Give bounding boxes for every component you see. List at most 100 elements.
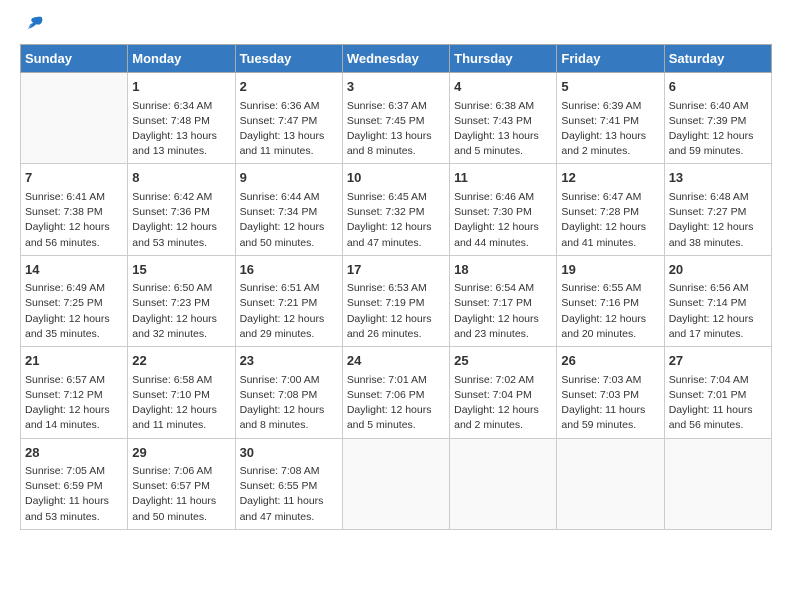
cell-day-number: 2 <box>240 77 338 97</box>
cell-info: Sunrise: 6:54 AMSunset: 7:17 PMDaylight:… <box>454 281 552 342</box>
cell-day-number: 21 <box>25 351 123 371</box>
cell-day-number: 1 <box>132 77 230 97</box>
calendar-cell: 2Sunrise: 6:36 AMSunset: 7:47 PMDaylight… <box>235 73 342 164</box>
calendar-cell: 20Sunrise: 6:56 AMSunset: 7:14 PMDayligh… <box>664 255 771 346</box>
cell-day-number: 9 <box>240 168 338 188</box>
cell-info: Sunrise: 6:58 AMSunset: 7:10 PMDaylight:… <box>132 373 230 434</box>
cell-info: Sunrise: 7:06 AMSunset: 6:57 PMDaylight:… <box>132 464 230 525</box>
calendar-cell: 11Sunrise: 6:46 AMSunset: 7:30 PMDayligh… <box>450 164 557 255</box>
cell-info: Sunrise: 7:01 AMSunset: 7:06 PMDaylight:… <box>347 373 445 434</box>
calendar-cell: 4Sunrise: 6:38 AMSunset: 7:43 PMDaylight… <box>450 73 557 164</box>
calendar-cell: 12Sunrise: 6:47 AMSunset: 7:28 PMDayligh… <box>557 164 664 255</box>
cell-day-number: 20 <box>669 260 767 280</box>
calendar-cell: 13Sunrise: 6:48 AMSunset: 7:27 PMDayligh… <box>664 164 771 255</box>
cell-info: Sunrise: 6:51 AMSunset: 7:21 PMDaylight:… <box>240 281 338 342</box>
cell-day-number: 16 <box>240 260 338 280</box>
cell-day-number: 26 <box>561 351 659 371</box>
cell-day-number: 12 <box>561 168 659 188</box>
calendar-header-row: SundayMondayTuesdayWednesdayThursdayFrid… <box>21 45 772 73</box>
calendar-cell: 8Sunrise: 6:42 AMSunset: 7:36 PMDaylight… <box>128 164 235 255</box>
cell-day-number: 8 <box>132 168 230 188</box>
cell-info: Sunrise: 6:49 AMSunset: 7:25 PMDaylight:… <box>25 281 123 342</box>
calendar-cell: 14Sunrise: 6:49 AMSunset: 7:25 PMDayligh… <box>21 255 128 346</box>
calendar-cell: 10Sunrise: 6:45 AMSunset: 7:32 PMDayligh… <box>342 164 449 255</box>
cell-info: Sunrise: 6:47 AMSunset: 7:28 PMDaylight:… <box>561 190 659 251</box>
calendar-cell: 6Sunrise: 6:40 AMSunset: 7:39 PMDaylight… <box>664 73 771 164</box>
calendar-cell: 27Sunrise: 7:04 AMSunset: 7:01 PMDayligh… <box>664 347 771 438</box>
calendar-cell: 24Sunrise: 7:01 AMSunset: 7:06 PMDayligh… <box>342 347 449 438</box>
calendar-week-row: 1Sunrise: 6:34 AMSunset: 7:48 PMDaylight… <box>21 73 772 164</box>
cell-day-number: 18 <box>454 260 552 280</box>
cell-info: Sunrise: 7:00 AMSunset: 7:08 PMDaylight:… <box>240 373 338 434</box>
day-header-tuesday: Tuesday <box>235 45 342 73</box>
calendar-cell: 21Sunrise: 6:57 AMSunset: 7:12 PMDayligh… <box>21 347 128 438</box>
cell-day-number: 22 <box>132 351 230 371</box>
cell-info: Sunrise: 6:46 AMSunset: 7:30 PMDaylight:… <box>454 190 552 251</box>
cell-info: Sunrise: 6:55 AMSunset: 7:16 PMDaylight:… <box>561 281 659 342</box>
cell-info: Sunrise: 7:08 AMSunset: 6:55 PMDaylight:… <box>240 464 338 525</box>
cell-day-number: 13 <box>669 168 767 188</box>
cell-info: Sunrise: 7:02 AMSunset: 7:04 PMDaylight:… <box>454 373 552 434</box>
cell-day-number: 11 <box>454 168 552 188</box>
cell-day-number: 24 <box>347 351 445 371</box>
logo <box>20 20 45 36</box>
calendar-cell: 18Sunrise: 6:54 AMSunset: 7:17 PMDayligh… <box>450 255 557 346</box>
cell-info: Sunrise: 6:41 AMSunset: 7:38 PMDaylight:… <box>25 190 123 251</box>
calendar-table: SundayMondayTuesdayWednesdayThursdayFrid… <box>20 44 772 530</box>
calendar-cell: 26Sunrise: 7:03 AMSunset: 7:03 PMDayligh… <box>557 347 664 438</box>
cell-day-number: 25 <box>454 351 552 371</box>
cell-day-number: 23 <box>240 351 338 371</box>
cell-day-number: 6 <box>669 77 767 97</box>
cell-info: Sunrise: 7:05 AMSunset: 6:59 PMDaylight:… <box>25 464 123 525</box>
cell-info: Sunrise: 7:04 AMSunset: 7:01 PMDaylight:… <box>669 373 767 434</box>
cell-day-number: 28 <box>25 443 123 463</box>
header <box>20 16 772 36</box>
cell-day-number: 10 <box>347 168 445 188</box>
calendar-week-row: 28Sunrise: 7:05 AMSunset: 6:59 PMDayligh… <box>21 438 772 529</box>
cell-info: Sunrise: 6:40 AMSunset: 7:39 PMDaylight:… <box>669 99 767 160</box>
calendar-cell: 3Sunrise: 6:37 AMSunset: 7:45 PMDaylight… <box>342 73 449 164</box>
calendar-week-row: 14Sunrise: 6:49 AMSunset: 7:25 PMDayligh… <box>21 255 772 346</box>
calendar-cell: 28Sunrise: 7:05 AMSunset: 6:59 PMDayligh… <box>21 438 128 529</box>
cell-day-number: 29 <box>132 443 230 463</box>
cell-info: Sunrise: 6:44 AMSunset: 7:34 PMDaylight:… <box>240 190 338 251</box>
cell-info: Sunrise: 6:48 AMSunset: 7:27 PMDaylight:… <box>669 190 767 251</box>
cell-info: Sunrise: 6:56 AMSunset: 7:14 PMDaylight:… <box>669 281 767 342</box>
cell-day-number: 4 <box>454 77 552 97</box>
cell-info: Sunrise: 6:34 AMSunset: 7:48 PMDaylight:… <box>132 99 230 160</box>
calendar-cell: 9Sunrise: 6:44 AMSunset: 7:34 PMDaylight… <box>235 164 342 255</box>
cell-info: Sunrise: 6:45 AMSunset: 7:32 PMDaylight:… <box>347 190 445 251</box>
calendar-cell <box>664 438 771 529</box>
cell-day-number: 7 <box>25 168 123 188</box>
day-header-saturday: Saturday <box>664 45 771 73</box>
day-header-sunday: Sunday <box>21 45 128 73</box>
calendar-cell: 17Sunrise: 6:53 AMSunset: 7:19 PMDayligh… <box>342 255 449 346</box>
calendar-cell: 15Sunrise: 6:50 AMSunset: 7:23 PMDayligh… <box>128 255 235 346</box>
cell-info: Sunrise: 6:57 AMSunset: 7:12 PMDaylight:… <box>25 373 123 434</box>
cell-info: Sunrise: 6:50 AMSunset: 7:23 PMDaylight:… <box>132 281 230 342</box>
calendar-week-row: 21Sunrise: 6:57 AMSunset: 7:12 PMDayligh… <box>21 347 772 438</box>
cell-day-number: 3 <box>347 77 445 97</box>
calendar-cell <box>21 73 128 164</box>
calendar-cell: 16Sunrise: 6:51 AMSunset: 7:21 PMDayligh… <box>235 255 342 346</box>
calendar-cell: 19Sunrise: 6:55 AMSunset: 7:16 PMDayligh… <box>557 255 664 346</box>
cell-info: Sunrise: 6:38 AMSunset: 7:43 PMDaylight:… <box>454 99 552 160</box>
cell-info: Sunrise: 6:53 AMSunset: 7:19 PMDaylight:… <box>347 281 445 342</box>
calendar-cell: 25Sunrise: 7:02 AMSunset: 7:04 PMDayligh… <box>450 347 557 438</box>
day-header-friday: Friday <box>557 45 664 73</box>
cell-info: Sunrise: 7:03 AMSunset: 7:03 PMDaylight:… <box>561 373 659 434</box>
cell-day-number: 17 <box>347 260 445 280</box>
cell-day-number: 5 <box>561 77 659 97</box>
cell-info: Sunrise: 6:36 AMSunset: 7:47 PMDaylight:… <box>240 99 338 160</box>
day-header-thursday: Thursday <box>450 45 557 73</box>
calendar-cell: 23Sunrise: 7:00 AMSunset: 7:08 PMDayligh… <box>235 347 342 438</box>
calendar-cell: 22Sunrise: 6:58 AMSunset: 7:10 PMDayligh… <box>128 347 235 438</box>
day-header-wednesday: Wednesday <box>342 45 449 73</box>
cell-day-number: 19 <box>561 260 659 280</box>
cell-day-number: 27 <box>669 351 767 371</box>
cell-info: Sunrise: 6:42 AMSunset: 7:36 PMDaylight:… <box>132 190 230 251</box>
cell-day-number: 14 <box>25 260 123 280</box>
calendar-cell <box>450 438 557 529</box>
calendar-cell: 30Sunrise: 7:08 AMSunset: 6:55 PMDayligh… <box>235 438 342 529</box>
calendar-cell: 29Sunrise: 7:06 AMSunset: 6:57 PMDayligh… <box>128 438 235 529</box>
